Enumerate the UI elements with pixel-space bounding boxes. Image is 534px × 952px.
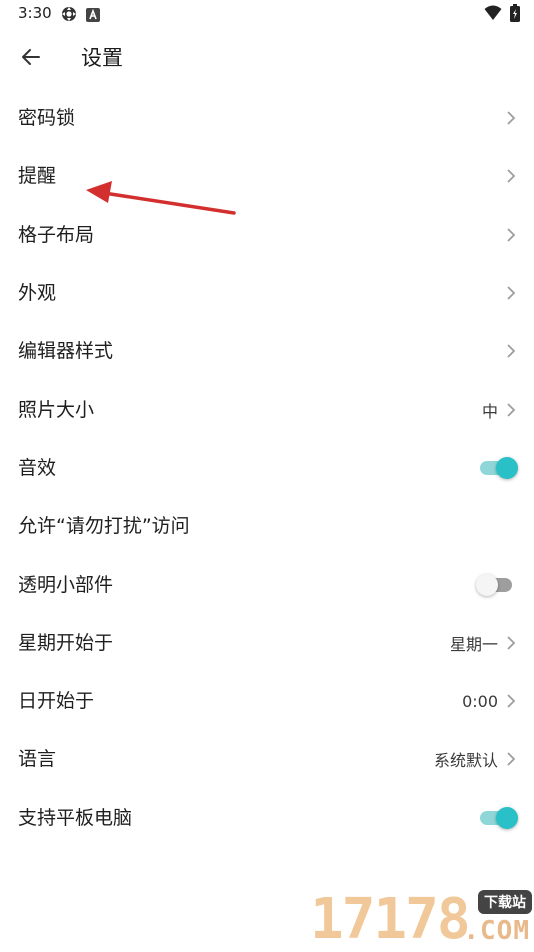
setting-row-grid-layout[interactable]: 格子布局 bbox=[0, 206, 534, 264]
watermark-badge: 下载站 bbox=[478, 890, 532, 914]
arrow-left-icon bbox=[21, 47, 41, 71]
setting-row-language[interactable]: 语言 系统默认 bbox=[0, 730, 534, 788]
setting-row-editor-style[interactable]: 编辑器样式 bbox=[0, 322, 534, 380]
watermark-suffix: .COM bbox=[463, 916, 530, 946]
watermark-digits: 17178 bbox=[310, 887, 471, 952]
chevron-right-icon bbox=[504, 634, 518, 652]
setting-row-appearance[interactable]: 外观 bbox=[0, 264, 534, 322]
settings-list: 密码锁 提醒 格子布局 外观 编辑器样式 照片大小 中 音效 允许“请勿打扰”访… bbox=[0, 89, 534, 847]
status-bar: 3:30 bbox=[0, 0, 534, 28]
setting-label: 允许“请勿打扰”访问 bbox=[18, 515, 190, 538]
settings-gear-icon bbox=[60, 5, 78, 27]
setting-label: 日开始于 bbox=[18, 690, 95, 713]
setting-label: 支持平板电脑 bbox=[18, 806, 133, 829]
chevron-right-icon bbox=[504, 750, 518, 768]
setting-row-sound-effects[interactable]: 音效 bbox=[0, 439, 534, 497]
setting-label: 外观 bbox=[18, 282, 57, 305]
tablet-support-toggle[interactable] bbox=[476, 805, 518, 831]
setting-row-week-start[interactable]: 星期开始于 星期一 bbox=[0, 614, 534, 672]
setting-row-transparent-widget[interactable]: 透明小部件 bbox=[0, 555, 534, 613]
back-button[interactable] bbox=[14, 42, 48, 76]
app-a-icon bbox=[86, 7, 100, 26]
setting-label: 星期开始于 bbox=[18, 631, 114, 654]
app-bar: 设置 bbox=[0, 34, 534, 82]
setting-label: 编辑器样式 bbox=[18, 340, 114, 363]
setting-label: 密码锁 bbox=[18, 107, 76, 130]
setting-value: 系统默认 bbox=[433, 751, 498, 771]
setting-label: 照片大小 bbox=[18, 398, 95, 421]
chevron-right-icon bbox=[504, 226, 518, 244]
setting-value: 0:00 bbox=[462, 691, 498, 711]
setting-row-tablet-support[interactable]: 支持平板电脑 bbox=[0, 789, 534, 847]
chevron-right-icon bbox=[504, 342, 518, 360]
setting-label: 音效 bbox=[18, 456, 57, 479]
wifi-icon bbox=[484, 5, 502, 25]
setting-label: 透明小部件 bbox=[18, 573, 114, 596]
chevron-right-icon bbox=[504, 167, 518, 185]
setting-row-dnd-access[interactable]: 允许“请勿打扰”访问 bbox=[0, 497, 534, 555]
watermark-logo: 17178 下载站 .COM bbox=[310, 884, 534, 950]
setting-label: 格子布局 bbox=[18, 223, 95, 246]
chevron-right-icon bbox=[504, 284, 518, 302]
status-time: 3:30 bbox=[18, 4, 52, 22]
setting-label: 提醒 bbox=[18, 165, 57, 188]
setting-row-reminder[interactable]: 提醒 bbox=[0, 147, 534, 205]
chevron-right-icon bbox=[504, 109, 518, 127]
battery-icon bbox=[510, 4, 520, 26]
setting-value: 中 bbox=[481, 401, 498, 421]
transparent-widget-toggle[interactable] bbox=[476, 572, 518, 598]
page-title: 设置 bbox=[81, 46, 123, 70]
sound-effects-toggle[interactable] bbox=[476, 455, 518, 481]
setting-row-day-start[interactable]: 日开始于 0:00 bbox=[0, 672, 534, 730]
setting-row-photo-size[interactable]: 照片大小 中 bbox=[0, 380, 534, 438]
setting-row-password-lock[interactable]: 密码锁 bbox=[0, 89, 534, 147]
setting-value: 星期一 bbox=[449, 634, 498, 654]
chevron-right-icon bbox=[504, 401, 518, 419]
setting-label: 语言 bbox=[18, 748, 57, 771]
chevron-right-icon bbox=[504, 692, 518, 710]
